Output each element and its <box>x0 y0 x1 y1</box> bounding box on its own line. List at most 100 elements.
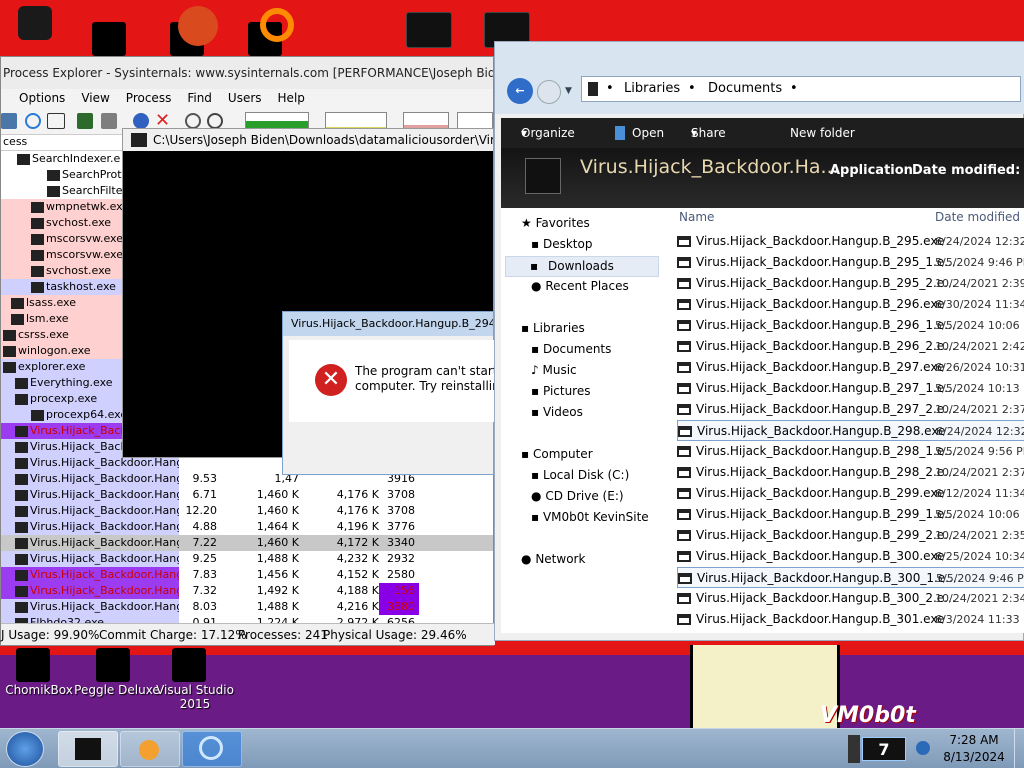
window-icon[interactable] <box>47 113 65 129</box>
history-dropdown-icon[interactable]: ▼ <box>565 86 572 96</box>
desktop-app-icon[interactable] <box>92 22 126 56</box>
nav-desktop[interactable]: ▪ Desktop <box>531 237 592 251</box>
taskbar-media-player[interactable] <box>120 731 180 767</box>
nav-local-disk[interactable]: ▪ Local Disk (C:) <box>531 468 629 482</box>
target-icon[interactable] <box>207 113 223 129</box>
new-folder-button[interactable]: New folder <box>790 118 855 148</box>
nav-libraries[interactable]: ▪ Libraries <box>521 321 585 335</box>
menu-help[interactable]: Help <box>270 89 313 109</box>
tree-icon[interactable] <box>101 113 117 129</box>
file-row[interactable]: Virus.Hijack_Backdoor.Hangup.B_299_2.e..… <box>677 525 1024 546</box>
file-row[interactable]: Virus.Hijack_Backdoor.Hangup.B_295_1.e..… <box>677 252 1024 273</box>
process-stats-row[interactable]: 6.71 1,460 K 4,176 K 3708 <box>179 487 493 503</box>
back-icon[interactable]: ← <box>507 78 533 104</box>
file-row[interactable]: Virus.Hijack_Backdoor.Hangup.B_296_1.e..… <box>677 315 1024 336</box>
menu-options[interactable]: Options <box>1 89 73 109</box>
menu-view[interactable]: View <box>73 89 117 109</box>
process-row[interactable]: Virus.Hijack_Backdoor.Hang... <box>1 583 179 599</box>
organize-button[interactable]: Organize ▾ <box>521 118 575 148</box>
file-row[interactable]: Virus.Hijack_Backdoor.Hangup.B_301.exe 6/… <box>677 609 1024 630</box>
nav-favorites[interactable]: ★ Favorites <box>521 216 590 230</box>
process-stats-row[interactable]: 12.20 1,460 K 4,176 K 3708 <box>179 503 493 519</box>
column-date-modified[interactable]: Date modified <box>935 210 1020 224</box>
file-row[interactable]: Virus.Hijack_Backdoor.Hangup.B_299.exe 6/… <box>677 483 1024 504</box>
nav-network-share[interactable]: ▪ VM0b0t KevinSite <box>531 510 649 524</box>
process-row[interactable]: Flbhdo32.exe <box>1 615 179 623</box>
process-row[interactable]: Virus.Hijack_Backdoor.Hang... <box>1 487 179 503</box>
file-row[interactable]: Virus.Hijack_Backdoor.Hangup.B_300_1.e..… <box>677 567 1024 588</box>
process-stats-row[interactable]: 8.03 1,488 K 4,216 K 3880 <box>179 599 493 615</box>
nav-videos[interactable]: ▪ Videos <box>531 405 583 419</box>
peggle-deluxe-icon[interactable] <box>96 648 130 682</box>
menu-find[interactable]: Find <box>179 89 220 109</box>
properties-icon[interactable] <box>133 113 149 129</box>
file-row[interactable]: Virus.Hijack_Backdoor.Hangup.B_296.exe 6/… <box>677 294 1024 315</box>
save-icon[interactable] <box>1 113 17 129</box>
nav-downloads[interactable]: ▪ Downloads <box>505 256 659 277</box>
chomikbox-icon[interactable] <box>16 648 50 682</box>
taskbar-app-window[interactable] <box>58 731 118 767</box>
file-row[interactable]: Virus.Hijack_Backdoor.Hangup.B_300_2.e..… <box>677 588 1024 609</box>
libraries-icon: ▪ <box>521 321 530 335</box>
open-button[interactable]: Open <box>632 118 664 148</box>
visual-studio-icon[interactable] <box>172 648 206 682</box>
process-row[interactable]: Virus.Hijack_Backdoor.Hang... <box>1 503 179 519</box>
file-row[interactable]: Virus.Hijack_Backdoor.Hangup.B_298_2.e..… <box>677 462 1024 483</box>
process-stats-row[interactable]: 0.91 1,224 K 2,972 K 6256 <box>179 615 493 623</box>
breadcrumb-libraries[interactable]: Libraries <box>624 77 680 101</box>
network-tray-icon[interactable] <box>916 741 930 755</box>
nav-pictures[interactable]: ▪ Pictures <box>531 384 591 398</box>
nav-cd-drive[interactable]: ● CD Drive (E:) <box>531 489 624 503</box>
clock-time[interactable]: 7:28 AM <box>940 733 1008 747</box>
nav-music[interactable]: ♪ Music <box>531 363 577 377</box>
nav-recent-places[interactable]: ● Recent Places <box>531 279 629 293</box>
find-icon[interactable] <box>185 113 201 129</box>
clock-date[interactable]: 8/13/2024 <box>940 750 1008 764</box>
process-row[interactable]: Virus.Hijack_Backdoor.Hang... <box>1 599 179 615</box>
process-row[interactable]: Virus.Hijack_Backdoor.Hang... <box>1 551 179 567</box>
file-row[interactable]: Virus.Hijack_Backdoor.Hangup.B_299_1.e..… <box>677 504 1024 525</box>
file-row[interactable]: Virus.Hijack_Backdoor.Hangup.B_297.exe 6/… <box>677 357 1024 378</box>
visual-studio-label[interactable]: Visual Studio 2015 <box>150 683 240 711</box>
nav-computer[interactable]: ▪ Computer <box>521 447 593 461</box>
process-row[interactable]: Virus.Hijack_Backdoor.Hang... <box>1 519 179 535</box>
process-row[interactable]: Virus.Hijack_Backdoor.Hang... <box>1 471 179 487</box>
process-stats-row[interactable]: 9.25 1,488 K 4,232 K 2932 <box>179 551 493 567</box>
file-row[interactable]: Virus.Hijack_Backdoor.Hangup.B_295.exe 6/… <box>677 231 1024 252</box>
menu-users[interactable]: Users <box>220 89 270 109</box>
tray-badge[interactable]: 7 <box>862 737 906 761</box>
process-stats-row[interactable]: 7.22 1,460 K 4,172 K 3340 <box>179 535 493 551</box>
column-name[interactable]: Name <box>679 210 714 224</box>
file-row[interactable]: Virus.Hijack_Backdoor.Hangup.B_298_1.e..… <box>677 441 1024 462</box>
file-row[interactable]: Virus.Hijack_Backdoor.Hangup.B_300.exe 6/… <box>677 546 1024 567</box>
process-row[interactable]: Virus.Hijack_Backdoor.Hang... <box>1 535 179 551</box>
file-row[interactable]: Virus.Hijack_Backdoor.Hangup.B_297_2.e..… <box>677 399 1024 420</box>
nav-network[interactable]: ● Network <box>521 552 585 566</box>
file-row[interactable]: Virus.Hijack_Backdoor.Hangup.B_295_2.e..… <box>677 273 1024 294</box>
file-row[interactable]: Virus.Hijack_Backdoor.Hangup.B_296_2.e..… <box>677 336 1024 357</box>
show-desktop-button[interactable] <box>1014 729 1024 768</box>
menu-process[interactable]: Process <box>118 89 180 109</box>
nav-documents[interactable]: ▪ Documents <box>531 342 611 356</box>
breadcrumb-documents[interactable]: Documents <box>708 77 782 101</box>
start-button[interactable] <box>6 731 44 767</box>
recycle-bin-icon[interactable] <box>18 6 52 40</box>
tray-expand-icon[interactable] <box>848 735 860 763</box>
process-stats-row[interactable]: 7.32 1,492 K 4,188 K 156 <box>179 583 493 599</box>
taskbar-process-explorer[interactable] <box>182 731 242 767</box>
file-row[interactable]: Virus.Hijack_Backdoor.Hangup.B_297_1.e..… <box>677 378 1024 399</box>
share-with-button[interactable]: Share with ▾ <box>691 118 726 170</box>
kill-process-icon[interactable]: ✕ <box>155 112 171 130</box>
browser-icon[interactable] <box>178 6 218 46</box>
app-list-icon[interactable] <box>406 12 452 48</box>
file-row[interactable]: Virus.Hijack_Backdoor.Hangup.B_298.exe 6/… <box>677 420 1024 441</box>
cpu-graph-icon[interactable] <box>77 113 93 129</box>
firefox-icon[interactable] <box>260 8 294 42</box>
peggle-deluxe-label[interactable]: Peggle Deluxe <box>72 683 162 697</box>
process-stats-row[interactable]: 4.88 1,464 K 4,196 K 3776 <box>179 519 493 535</box>
forward-icon[interactable] <box>537 80 561 104</box>
process-row[interactable]: Virus.Hijack_Backdoor.Hang... <box>1 567 179 583</box>
address-bar[interactable]: • Libraries • Documents • <box>581 76 1021 102</box>
process-stats-row[interactable]: 7.83 1,456 K 4,152 K 2580 <box>179 567 493 583</box>
refresh-icon[interactable] <box>25 113 41 129</box>
